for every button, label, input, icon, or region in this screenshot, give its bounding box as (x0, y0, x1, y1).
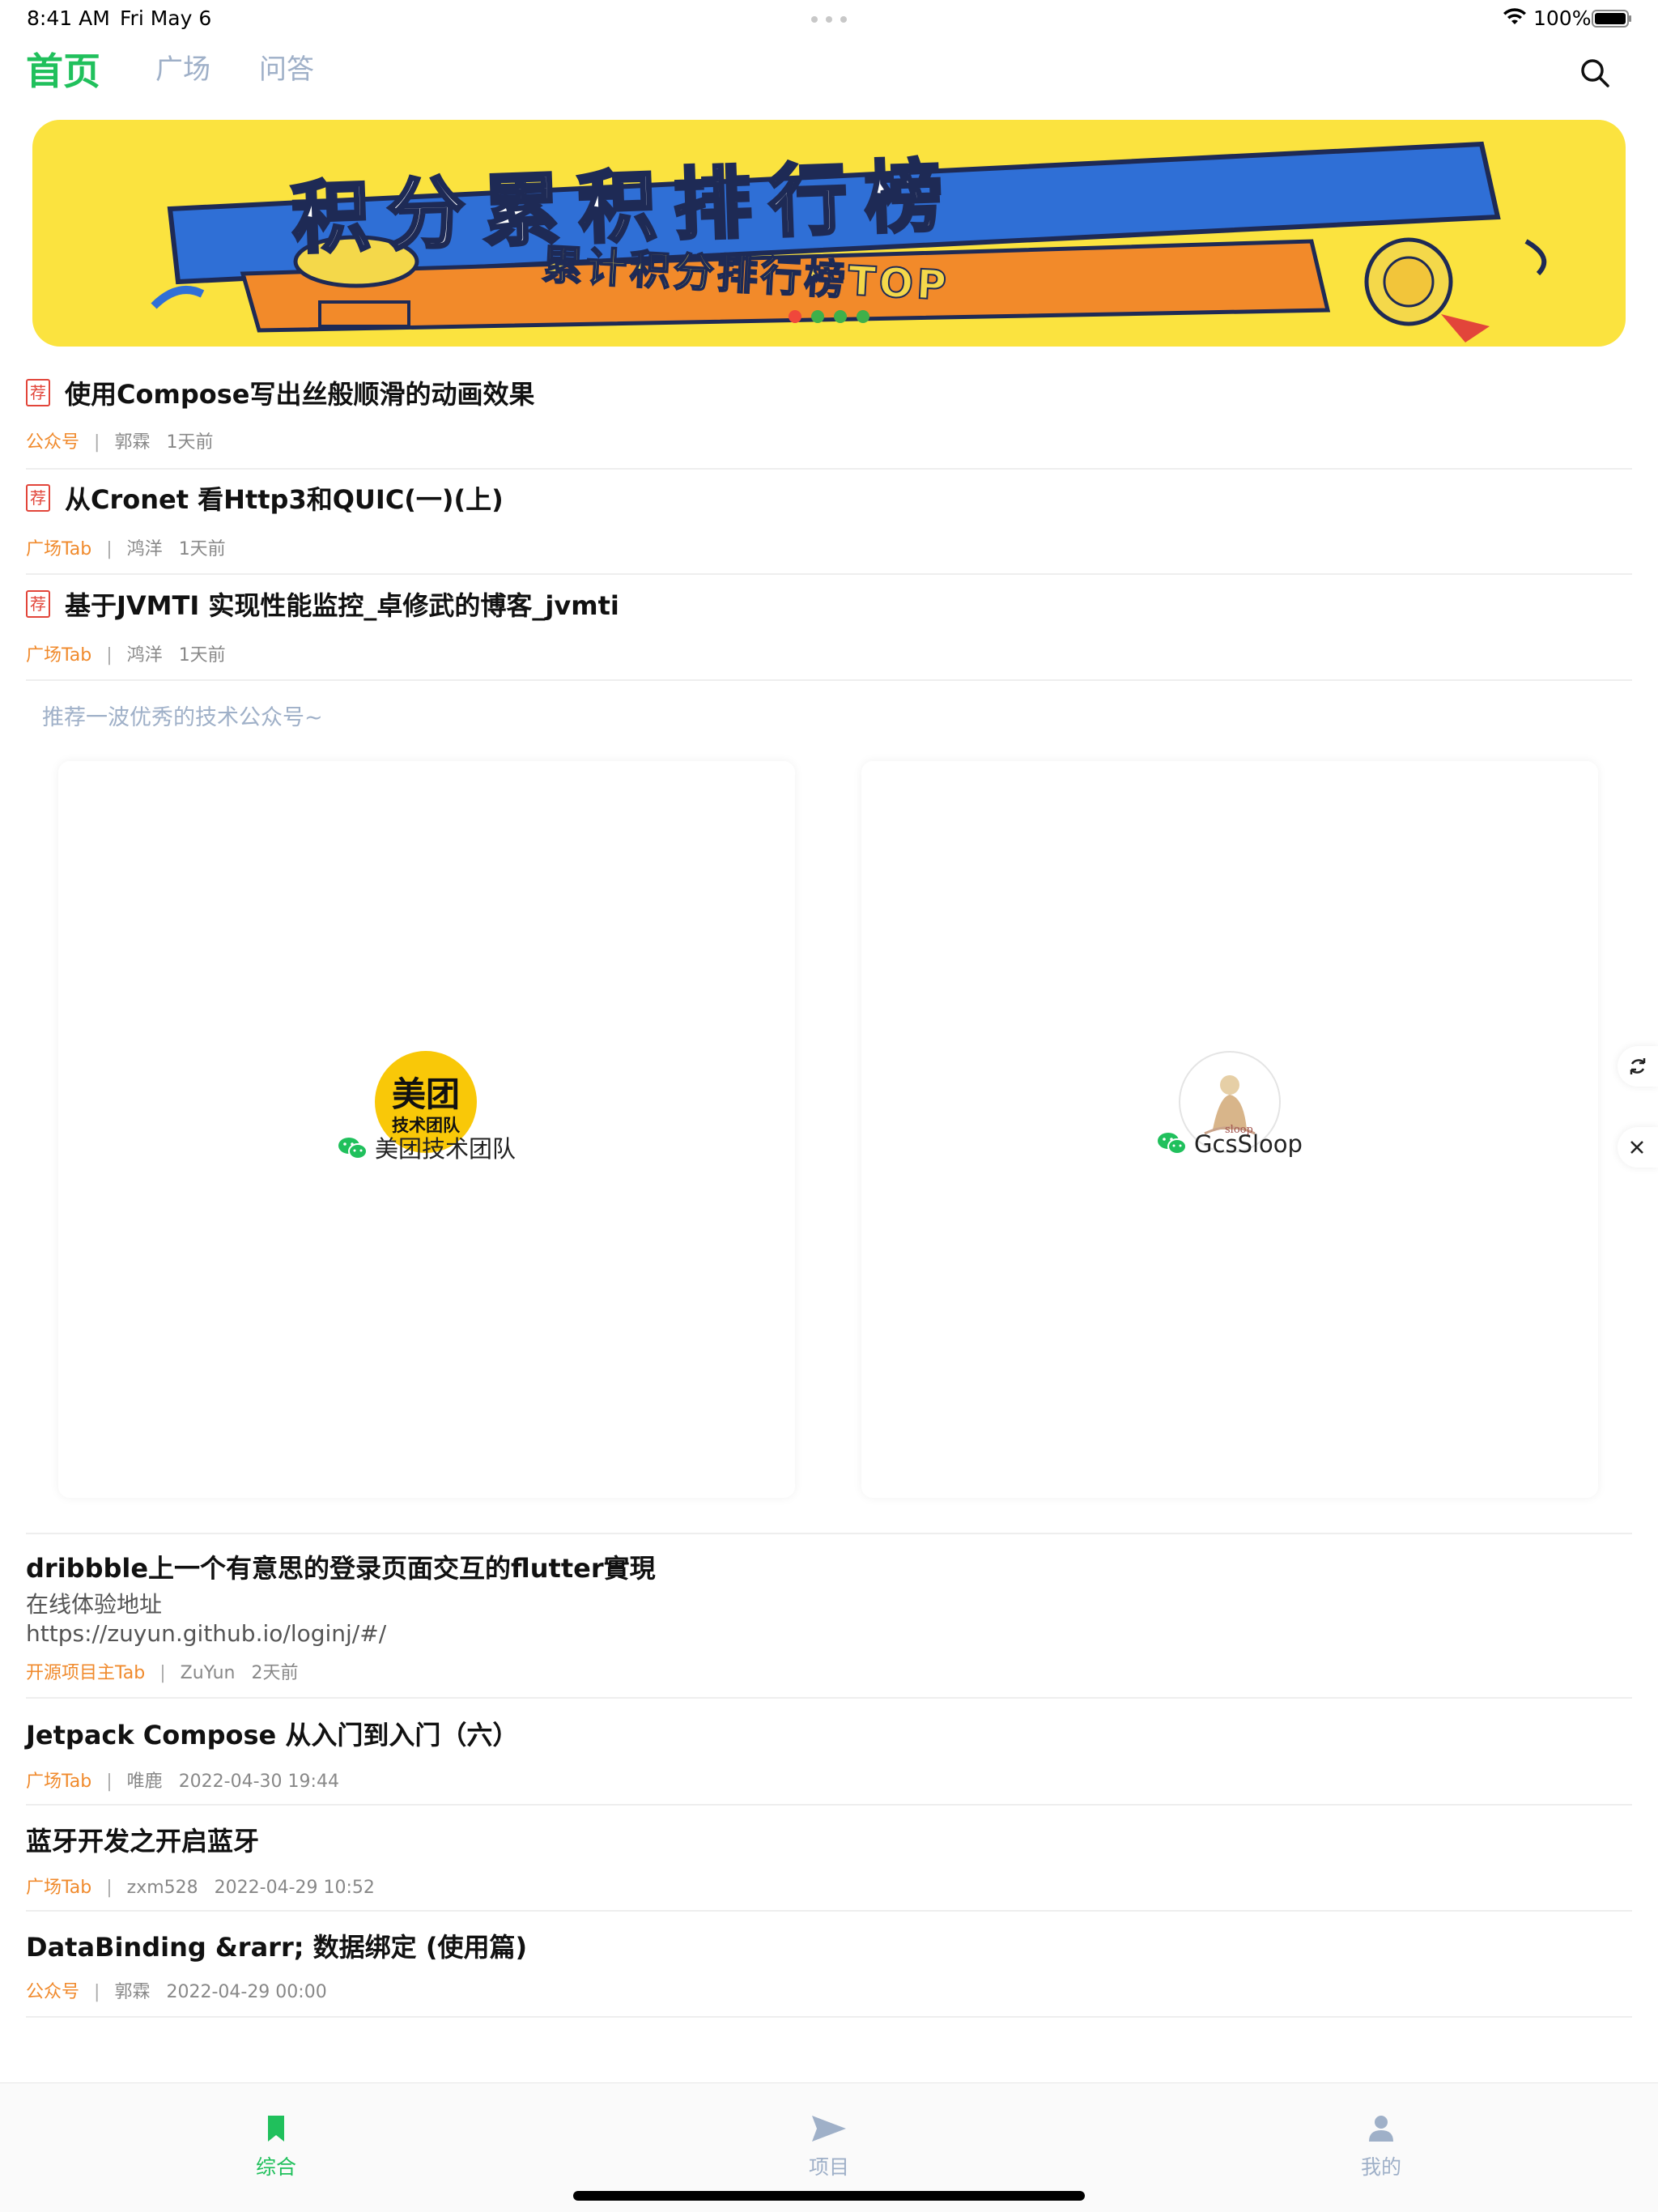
multitasking-dots-icon[interactable] (811, 16, 847, 23)
article-meta: 公众号 | 郭霖 1天前 (26, 432, 214, 453)
recommend-badge: 荐 (26, 484, 50, 512)
author: zxm528 (126, 1878, 198, 1898)
tab-project[interactable]: 项目 (780, 2112, 878, 2180)
article-title: 基于JVMTI 实现性能监控_卓修武的博客_jvmti (65, 590, 619, 621)
author: 鸿洋 (126, 539, 163, 559)
refresh-button[interactable] (1618, 1046, 1658, 1087)
article-title: 从Cronet 看Http3和QUIC(一)(上) (65, 484, 504, 515)
top-nav: 首页 广场 问答 (0, 39, 1658, 112)
recommend-badge: 荐 (26, 379, 50, 406)
publish-time: 1天前 (178, 539, 226, 559)
chapter-link[interactable]: 公众号 (26, 432, 79, 453)
list-item[interactable]: 荐从Cronet 看Http3和QUIC(一)(上) 广场Tab | 鸿洋 1天前 (26, 479, 1632, 575)
publish-time: 2天前 (251, 1663, 299, 1683)
account-name: GcsSloop (1194, 1130, 1303, 1158)
account-name: 美团技术团队 (374, 1135, 516, 1163)
bookmark-icon (268, 2116, 284, 2142)
list-item[interactable]: 荐基于JVMTI 实现性能监控_卓修武的博客_jvmti 广场Tab | 鸿洋 1天前 (26, 585, 1632, 681)
article-meta: 广场Tab | 鸿洋 1天前 (26, 645, 226, 666)
article-meta: 开源项目主Tab | ZuYun 2天前 (26, 1663, 299, 1683)
article-title: 使用Compose写出丝般顺滑的动画效果 (65, 379, 535, 410)
article-desc: 在线体验地址 (26, 1591, 163, 1618)
author: 郭霖 (114, 1982, 151, 2002)
wifi-icon (1503, 8, 1526, 24)
account-card-meituan[interactable]: 美团 技术团队 美团技术团队 (58, 761, 795, 1498)
battery-percent: 100% (1533, 6, 1592, 30)
chapter-link[interactable]: 广场Tab (26, 1772, 91, 1792)
article-link: https://zuyun.github.io/loginj/#/ (26, 1620, 387, 1647)
refresh-icon (1630, 1058, 1646, 1074)
list-item[interactable]: DataBinding &rarr; 数据绑定 (使用篇) 公众号 | 郭霖 2022… (26, 1927, 1632, 2018)
article-title: dribbble上一个有意思的登录页面交互的flutter實現 (26, 1553, 656, 1584)
send-icon (812, 2116, 846, 2142)
publish-time: 2022-04-29 00:00 (166, 1982, 327, 2002)
tab-overview[interactable]: 综合 (227, 2112, 325, 2180)
person-icon (1369, 2116, 1393, 2142)
close-icon (1630, 1141, 1643, 1154)
chapter-link[interactable]: 公众号 (26, 1982, 79, 2002)
search-icon[interactable] (1579, 57, 1611, 89)
tab-qa[interactable]: 问答 (259, 47, 314, 87)
article-meta: 广场Tab | 唯鹿 2022-04-30 19:44 (26, 1772, 339, 1792)
article-title: 蓝牙开发之开启蓝牙 (26, 1826, 260, 1857)
article-meta: 广场Tab | 鸿洋 1天前 (26, 539, 226, 559)
chapter-link[interactable]: 开源项目主Tab (26, 1663, 145, 1683)
tab-home[interactable]: 首页 (26, 42, 100, 96)
tab-square[interactable]: 广场 (155, 47, 210, 87)
publish-time: 1天前 (178, 645, 226, 666)
banner-page-indicator (789, 310, 869, 323)
status-bar: 8:41 AM Fri May 6 100% (0, 0, 1658, 39)
recommend-badge: 荐 (26, 590, 50, 618)
publish-time: 2022-04-29 10:52 (214, 1878, 375, 1898)
close-button[interactable] (1618, 1127, 1658, 1168)
home-indicator[interactable] (573, 2191, 1085, 2201)
author: ZuYun (180, 1663, 236, 1683)
banner-carousel[interactable]: 积分累积排行榜 累计积分排行榜TOP (32, 120, 1626, 347)
list-item[interactable]: 蓝牙开发之开启蓝牙 广场Tab | zxm528 2022-04-29 10:52 (26, 1821, 1632, 1912)
list-item[interactable]: Jetpack Compose 从入门到入门（六） 广场Tab | 唯鹿 2022-0… (26, 1715, 1632, 1806)
publish-time: 1天前 (166, 432, 214, 453)
list-item[interactable]: 荐使用Compose写出丝般顺滑的动画效果 公众号 | 郭霖 1天前 (26, 374, 1632, 470)
chapter-link[interactable]: 广场Tab (26, 1878, 91, 1898)
wechat-icon (338, 1138, 368, 1159)
article-title: DataBinding &rarr; 数据绑定 (使用篇) (26, 1932, 528, 1963)
publish-time: 2022-04-30 19:44 (178, 1772, 339, 1792)
battery-icon (1592, 10, 1631, 28)
tab-mine[interactable]: 我的 (1333, 2112, 1430, 2180)
wechat-icon (1158, 1133, 1188, 1155)
status-date: Fri May 6 (120, 6, 212, 30)
list-item[interactable]: dribbble上一个有意思的登录页面交互的flutter實現 在线体验地址 h… (26, 1548, 1632, 1699)
article-meta: 广场Tab | zxm528 2022-04-29 10:52 (26, 1878, 375, 1898)
article-title: Jetpack Compose 从入门到入门（六） (26, 1720, 519, 1750)
status-time: 8:41 AM (27, 6, 110, 30)
author: 郭霖 (114, 432, 151, 453)
author: 唯鹿 (126, 1772, 163, 1792)
account-card-gcssloop[interactable]: sloop GcsSloop (861, 761, 1598, 1498)
recommend-section-title: 推荐一波优秀的技术公众号~ (42, 705, 323, 730)
author: 鸿洋 (126, 645, 163, 666)
chapter-link[interactable]: 广场Tab (26, 645, 91, 666)
chapter-link[interactable]: 广场Tab (26, 539, 91, 559)
divider (26, 1533, 1632, 1534)
article-meta: 公众号 | 郭霖 2022-04-29 00:00 (26, 1982, 327, 2002)
